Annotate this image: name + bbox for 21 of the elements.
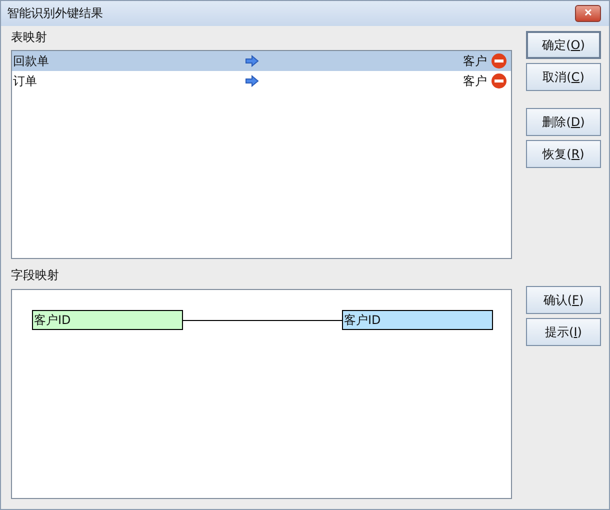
- target-field-box[interactable]: 客户ID: [342, 310, 493, 330]
- source-table: 回款单: [13, 52, 245, 70]
- dialog-button[interactable]: 确认(F): [526, 286, 601, 314]
- section-label: 表映射: [11, 30, 48, 46]
- dialog-button[interactable]: 提示(I): [526, 318, 601, 346]
- target-table: 客户: [463, 52, 487, 70]
- source-table: 订单: [13, 72, 245, 90]
- arrow-icon: [245, 55, 259, 67]
- section-label: 字段映射: [11, 268, 60, 284]
- dialog-button[interactable]: 取消(C): [526, 63, 601, 91]
- mapping-row[interactable]: 回款单 客户: [12, 51, 511, 71]
- target-table: 客户: [463, 72, 487, 90]
- dialog-button[interactable]: 恢复(R): [526, 140, 601, 168]
- dialog-button[interactable]: 确定(O): [526, 31, 601, 59]
- mapping-row[interactable]: 订单 客户: [12, 71, 511, 91]
- window-title: 智能识别外键结果: [7, 5, 103, 22]
- dialog-button[interactable]: 删除(D): [526, 108, 601, 136]
- source-field-box[interactable]: 客户ID: [32, 310, 183, 330]
- remove-icon[interactable]: [491, 73, 507, 89]
- arrow-icon: [245, 75, 259, 87]
- remove-icon[interactable]: [491, 53, 507, 69]
